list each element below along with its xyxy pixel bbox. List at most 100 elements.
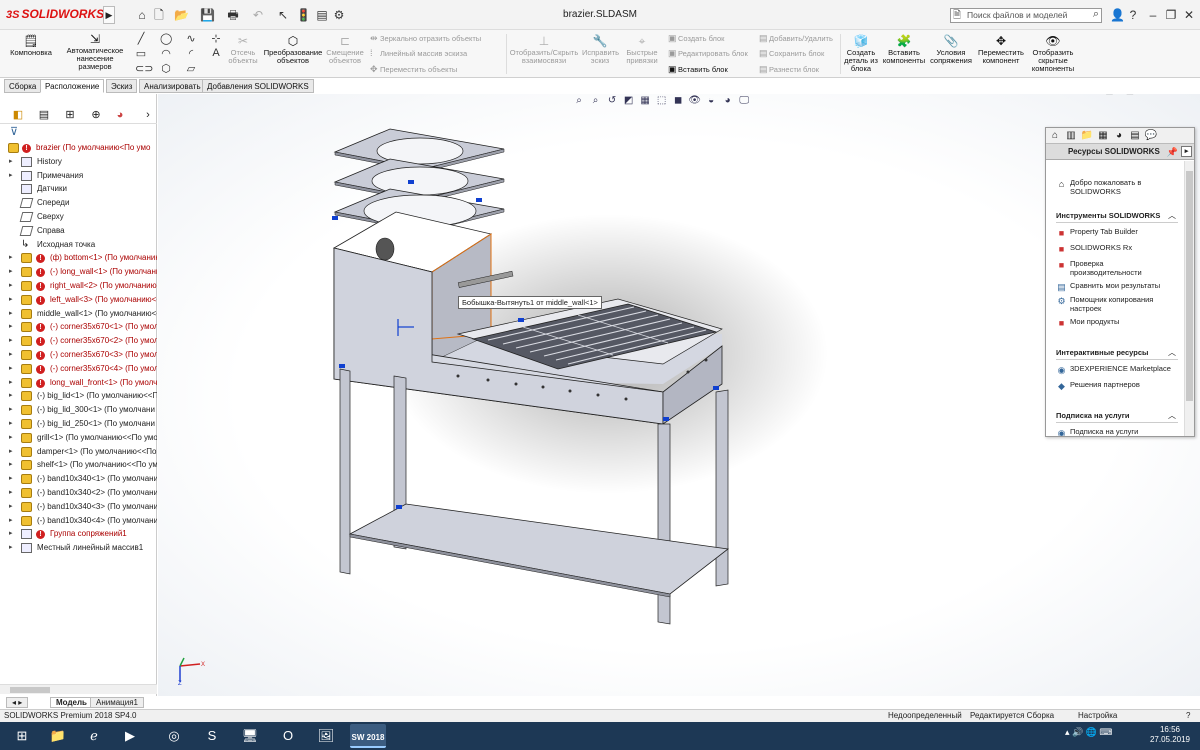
tab-model[interactable]: Модель	[50, 697, 93, 708]
expand-arrow-icon[interactable]: ▸	[9, 514, 17, 528]
tool-my-products[interactable]: ■ Мои продукты	[1056, 317, 1176, 328]
tree-item[interactable]: ▸! Группа сопряжений1	[0, 527, 157, 541]
tree-item[interactable]: ▸ (-) big_lid_300<1> (По умолчани	[0, 403, 157, 417]
user-icon[interactable]: 👤	[1110, 8, 1125, 22]
save-block-button[interactable]: ▤Сохранить блок	[759, 48, 824, 59]
print-icon[interactable]: 🖶	[226, 8, 240, 22]
welcome-link[interactable]: ⌂ Добро пожаловать в SOLIDWORKS	[1056, 178, 1176, 196]
link-3dexperience-marketplace[interactable]: ◉ 3DEXPERIENCE Marketplace	[1056, 364, 1176, 375]
tab-layout[interactable]: Расположение	[40, 79, 105, 93]
search-input[interactable]: 🗎 Поиск файлов и моделей ⌕	[950, 8, 1102, 23]
link-partner-solutions[interactable]: ◆ Решения партнеров	[1056, 380, 1176, 391]
expand-arrow-icon[interactable]: ▸	[9, 431, 17, 445]
tree-item[interactable]: ▸! (-) corner35x670<1> (По умолч	[0, 320, 157, 334]
show-hide-relations-button[interactable]: ⊥ Отобразить/Скрыть взаимосвязи	[508, 34, 580, 65]
line-icon[interactable]: ╱	[135, 32, 147, 45]
rebuild-icon[interactable]: 🚦	[296, 8, 311, 22]
polygon-icon[interactable]: ⬡	[160, 62, 172, 75]
circle-icon[interactable]: ◯	[160, 32, 172, 45]
solidworks-logo[interactable]: 3S SOLIDWORKS	[6, 7, 104, 21]
expand-arrow-icon[interactable]: ▸	[9, 527, 17, 541]
status-custom[interactable]: Настройка	[1078, 710, 1117, 722]
outlook-taskbar-icon[interactable]: O	[270, 724, 306, 748]
media-player-taskbar-icon[interactable]: ▶	[112, 724, 148, 748]
tab-assembly[interactable]: Сборка	[4, 79, 42, 93]
view-palette-icon[interactable]: ▦	[1096, 129, 1110, 143]
tree-item[interactable]: ▸ shelf<1> (По умолчанию<<По ум	[0, 458, 157, 472]
spline-icon[interactable]: ∿	[185, 32, 197, 45]
chrome-taskbar-icon[interactable]: ◎	[156, 724, 192, 748]
tool-copy-settings[interactable]: ⚙ Помощник копирования настроек	[1056, 295, 1176, 313]
add-remove-button[interactable]: ▤Добавить/Удалить	[759, 33, 833, 44]
brazier-model[interactable]	[158, 94, 1200, 696]
expand-arrow-icon[interactable]: ▸	[9, 169, 17, 183]
collapse-icon[interactable]: ︿	[1168, 347, 1176, 358]
tree-item[interactable]: ▸ middle_wall<1> (По умолчанию<<	[0, 307, 157, 321]
tree-item[interactable]: ▸ damper<1> (По умолчанию<<По	[0, 445, 157, 459]
tree-item[interactable]: ▸ Примечания	[0, 169, 157, 183]
explode-block-button[interactable]: ▤Разнести блок	[759, 64, 819, 75]
tree-item[interactable]: ▸! (-) corner35x670<2> (По умолч	[0, 334, 157, 348]
forum-icon[interactable]: 💬	[1144, 129, 1158, 143]
select-icon[interactable]: ↖	[276, 8, 290, 22]
move-component-button[interactable]: ✥ Переместить компонент	[976, 34, 1026, 65]
status-help-icon[interactable]: ?	[1186, 710, 1190, 722]
tree-item[interactable]: Датчики	[0, 182, 157, 196]
repair-sketch-button[interactable]: 🔧 Исправить эскиз	[582, 34, 619, 65]
feature-tree-icon[interactable]: ◧	[10, 108, 26, 122]
tree-item[interactable]: ▸ Местный линейный массив1	[0, 541, 157, 555]
tree-item[interactable]: Справа	[0, 224, 157, 238]
expand-arrow-icon[interactable]: ▸	[9, 417, 17, 431]
internet-explorer-taskbar-icon[interactable]: ℯ	[76, 724, 112, 748]
clock[interactable]: 16:56 27.05.2019	[1150, 725, 1190, 745]
expand-arrow-icon[interactable]: ▸	[9, 307, 17, 321]
transform-button[interactable]: ⬡ Преобразование объектов	[262, 34, 324, 65]
configuration-manager-icon[interactable]: ⊞	[62, 108, 78, 122]
tree-item[interactable]: ▸! long_wall_front<1> (По умолча	[0, 376, 157, 390]
edit-block-button[interactable]: ▣Редактировать блок	[668, 48, 748, 59]
expand-arrow-icon[interactable]: ▸	[9, 348, 17, 362]
tree-item[interactable]: Сверху	[0, 210, 157, 224]
skype-taskbar-icon[interactable]: S	[194, 724, 230, 748]
make-part-from-block-button[interactable]: 🧊 Создать деталь из блока	[842, 34, 880, 73]
tree-item[interactable]: ▸! (-) corner35x670<3> (По умолч	[0, 348, 157, 362]
tree-item[interactable]: ▸ (-) band10x340<1> (По умолчани	[0, 472, 157, 486]
tab-evaluate[interactable]: Анализировать	[139, 79, 206, 93]
filter-icon[interactable]: ⊽	[10, 125, 18, 138]
new-document-icon[interactable]: 🗋	[152, 8, 166, 22]
collapse-icon[interactable]: ︿	[1168, 410, 1176, 421]
undo-icon[interactable]: ↶	[251, 8, 265, 22]
mate-button[interactable]: 📎 Условия сопряжения	[930, 34, 972, 65]
expand-arrow-icon[interactable]: ▸	[9, 362, 17, 376]
auto-dimension-button[interactable]: ⇲ Автоматическое нанесение размеров	[60, 32, 130, 71]
help-icon[interactable]: ?	[1126, 8, 1140, 22]
expand-arrow-icon[interactable]: ▸	[9, 403, 17, 417]
expand-arrow-icon[interactable]: ▸	[9, 334, 17, 348]
horizontal-scrollbar[interactable]	[0, 684, 157, 694]
appearances-icon[interactable]: ◕	[1112, 129, 1126, 143]
tree-item[interactable]: ▸! left_wall<3> (По умолчанию<<	[0, 293, 157, 307]
expand-arrow-icon[interactable]: ▸	[9, 541, 17, 555]
file-properties-icon[interactable]: ▤	[315, 8, 329, 22]
expand-arrow-icon[interactable]: ▸	[9, 500, 17, 514]
expand-arrow-icon[interactable]: ▸	[9, 251, 17, 265]
tree-item[interactable]: ▸ (-) big_lid_250<1> (По умолчани	[0, 417, 157, 431]
open-icon[interactable]: 📂	[174, 8, 189, 22]
insert-components-button[interactable]: 🧩 Вставить компоненты	[882, 34, 926, 65]
show-hidden-components-button[interactable]: 👁 Отобразить скрытые компоненты	[1028, 34, 1078, 73]
insert-block-button[interactable]: ▣Вставить блок	[668, 64, 728, 75]
make-block-button[interactable]: ▣Создать блок	[668, 33, 724, 44]
tree-item[interactable]: ▸ grill<1> (По умолчанию<<По умо	[0, 431, 157, 445]
quick-snaps-button[interactable]: ⌖ Быстрые привязки	[624, 34, 660, 65]
tab-animation[interactable]: Анимация1	[90, 697, 145, 708]
expand-arrow-icon[interactable]: ▸	[9, 445, 17, 459]
subscription-section-header[interactable]: Подписка на услуги ︿	[1056, 411, 1178, 423]
shelf[interactable]	[348, 503, 729, 598]
tree-item[interactable]: ▸! (-) long_wall<1> (По умолчани	[0, 265, 157, 279]
options-gear-icon[interactable]: ⚙	[332, 8, 346, 22]
expand-arrow-icon[interactable]: ▸	[9, 389, 17, 403]
expand-arrow-icon[interactable]: ▸	[9, 279, 17, 293]
tree-item[interactable]: Спереди	[0, 196, 157, 210]
interactive-section-header[interactable]: Интерактивные ресурсы ︿	[1056, 348, 1178, 360]
property-manager-icon[interactable]: ▤	[36, 108, 52, 122]
